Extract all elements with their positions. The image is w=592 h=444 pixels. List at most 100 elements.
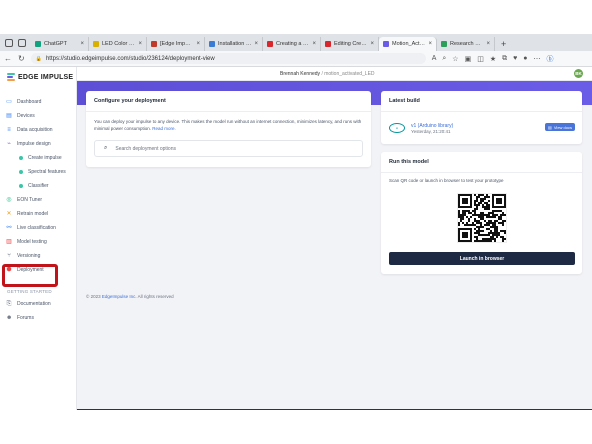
testing-icon: ▥ (6, 239, 12, 245)
qr-code (457, 193, 507, 243)
card-title: Configure your deployment (94, 98, 166, 104)
tab-close-icon[interactable]: × (486, 41, 490, 47)
database-icon: ≡ (7, 127, 11, 133)
tuner-icon: ◎ (6, 197, 12, 203)
workspaces-icon[interactable] (5, 39, 13, 47)
browser-tab[interactable]: LED Color for N× (89, 37, 147, 51)
tab-favicon-icon (93, 41, 99, 47)
sidebar-item-impulse-design[interactable]: ⌁ Impulse design (6, 141, 51, 147)
devices-icon: ▤ (6, 113, 12, 119)
new-tab-button[interactable]: + (495, 39, 512, 51)
sidebar-item-label: Dashboard (17, 99, 42, 105)
address-bar-row: ← ↻ 🔒 https://studio.edgeimpulse.com/stu… (0, 51, 592, 67)
section-getting-started: GETTING STARTED (7, 289, 52, 294)
tab-favicon-icon (267, 41, 273, 47)
browser-tab[interactable]: Research Summ× (437, 37, 495, 51)
browser-essentials-icon[interactable]: ♥ (513, 55, 517, 62)
window-controls (0, 39, 31, 51)
refresh-icon[interactable]: ↻ (18, 54, 25, 63)
search-icon: ⌕ (104, 145, 108, 151)
docs-icon: ▤ (548, 124, 552, 130)
split-screen-icon[interactable]: ◫ (477, 55, 484, 63)
avatar[interactable]: BK (574, 69, 583, 78)
footer: © 2023 EdgeImpulse Inc. All rights reser… (86, 294, 174, 299)
sidebar-item-eon-tuner[interactable]: ◎ EON Tuner (6, 197, 42, 203)
tab-close-icon[interactable]: × (312, 41, 316, 47)
tab-close-icon[interactable]: × (196, 41, 200, 47)
extension-icon[interactable]: ▣ (465, 55, 472, 63)
sidebar-item-label: EON Tuner (17, 197, 43, 203)
profile-icon[interactable]: ● (523, 55, 527, 62)
deployment-search-input[interactable]: ⌕ Search deployment options (94, 140, 363, 157)
tab-close-icon[interactable]: × (254, 41, 258, 47)
collections-icon[interactable]: ⧉ (502, 55, 507, 63)
monitor-icon: ▭ (6, 99, 12, 105)
address-bar[interactable]: 🔒 https://studio.edgeimpulse.com/studio/… (30, 53, 426, 64)
breadcrumb-user[interactable]: Brennah Kennedy (280, 71, 320, 77)
browser-tab[interactable]: ChatGPT × (31, 37, 89, 51)
browser-tab-bar: ChatGPT×LED Color for N×[Edge Impulse]×I… (0, 34, 592, 51)
forums-icon: ☻ (6, 315, 13, 321)
sidebar-item-label: Classifier (28, 183, 49, 189)
launch-in-browser-button[interactable]: Launch in browser (389, 252, 575, 265)
divider (381, 111, 582, 112)
url-text: https://studio.edgeimpulse.com/studio/23… (45, 55, 215, 62)
qr-code-image (458, 194, 506, 242)
sidebar-item-label: Versioning (17, 253, 41, 259)
logo[interactable]: EDGE IMPULSE (7, 73, 73, 81)
tab-favicon-icon (383, 41, 389, 47)
company-link[interactable]: EdgeImpulse Inc. (102, 294, 137, 299)
sidebar-item-live-classification[interactable]: ⚯ Live classification (6, 225, 55, 231)
impulse-icon: ⌁ (7, 141, 11, 147)
tab-close-icon[interactable]: × (138, 41, 142, 47)
tab-actions-icon[interactable] (18, 39, 26, 47)
copyright: © 2023 (86, 294, 101, 299)
breadcrumb-separator: / (321, 71, 323, 77)
sidebar-item-dashboard[interactable]: ▭ Dashboard (6, 99, 41, 105)
sidebar-item-spectral-features[interactable]: Spectral features (19, 169, 66, 175)
sidebar-item-classifier[interactable]: Classifier (19, 183, 49, 189)
favorite-star-icon[interactable]: ☆ (452, 55, 458, 63)
build-name[interactable]: v1 (Arduino library) (411, 123, 453, 129)
browser-tab[interactable]: Editing Creating× (321, 37, 379, 51)
sidebar: EDGE IMPULSE ▭ Dashboard ▤ Devices ≡ Data acq… (0, 67, 77, 410)
sidebar-item-devices[interactable]: ▤ Devices (6, 113, 35, 119)
tab-close-icon[interactable]: × (370, 41, 374, 47)
settings-more-icon[interactable]: ⋯ (534, 55, 541, 63)
tab-label: Creating a Motio (276, 41, 309, 47)
docs-icon: ⎘ (6, 301, 12, 307)
lock-icon: 🔒 (35, 55, 42, 62)
breadcrumb-project[interactable]: motion_activated_LED (324, 71, 374, 77)
description-text: You can deploy your impulse to any devic… (94, 119, 362, 131)
sidebar-item-versioning[interactable]: ⑂ Versioning (6, 253, 40, 259)
sidebar-item-label: Devices (17, 113, 35, 119)
sidebar-item-forums[interactable]: ☻ Forums (6, 315, 34, 321)
sidebar-item-label: Impulse design (17, 141, 51, 147)
back-icon[interactable]: ← (4, 54, 12, 63)
sidebar-item-data-acquisition[interactable]: ≡ Data acquisition (6, 127, 52, 133)
deployment-highlight-box (2, 264, 58, 287)
browser-tab[interactable]: Creating a Motio× (263, 37, 321, 51)
deployment-description: You can deploy your impulse to any devic… (94, 118, 364, 132)
tab-close-icon[interactable]: × (80, 41, 84, 47)
read-more-link[interactable]: Read more. (152, 126, 176, 131)
sidebar-item-create-impulse[interactable]: Create impulse (19, 155, 62, 161)
browser-tab[interactable]: [Edge Impulse] × (147, 37, 205, 51)
sidebar-item-documentation[interactable]: ⎘ Documentation (6, 301, 51, 307)
sidebar-item-model-testing[interactable]: ▥ Model testing (6, 239, 47, 245)
view-docs-label: View docs (553, 124, 572, 130)
copilot-icon[interactable]: ⓑ (547, 54, 554, 64)
tab-label: LED Color for N (102, 41, 136, 47)
zoom-icon[interactable]: ⌕ (442, 55, 446, 63)
read-aloud-icon[interactable]: A (432, 55, 437, 62)
tab-close-icon[interactable]: × (428, 41, 432, 47)
sidebar-item-label: Create impulse (28, 155, 62, 161)
browser-tab[interactable]: Motion_Activat × (379, 37, 437, 51)
dot-icon (19, 170, 23, 174)
favorites-icon[interactable]: ★ (490, 55, 496, 63)
edge-impulse-logo-icon (7, 73, 15, 81)
sidebar-item-retrain-model[interactable]: ✕ Retrain model (6, 211, 48, 217)
view-docs-button[interactable]: ▤ View docs (545, 123, 575, 131)
live-icon: ⚯ (6, 225, 12, 231)
browser-tab[interactable]: Installation - Ard× (205, 37, 263, 51)
